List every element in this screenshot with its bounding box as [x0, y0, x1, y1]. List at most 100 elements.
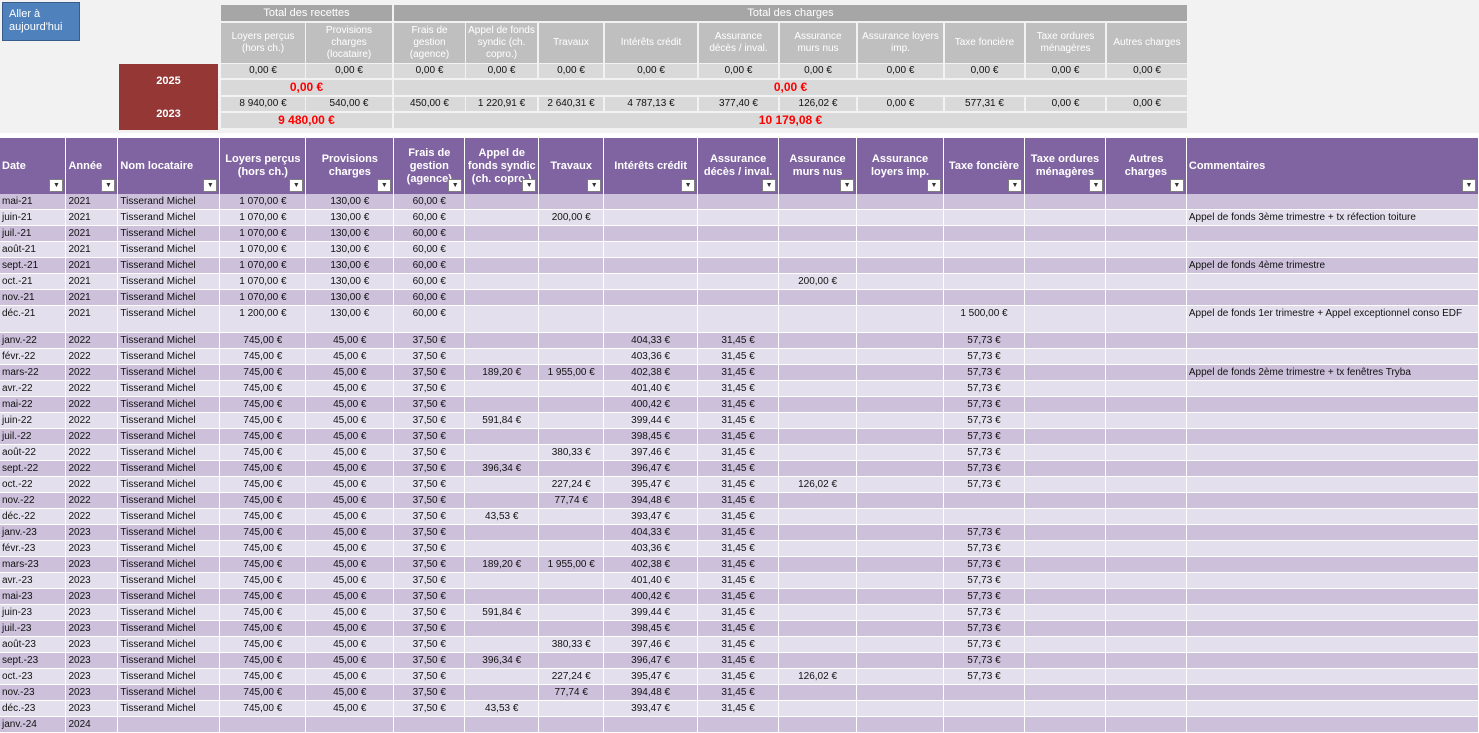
table-cell[interactable] — [943, 209, 1025, 226]
table-cell[interactable] — [856, 604, 944, 621]
table-cell[interactable] — [778, 332, 858, 349]
table-cell[interactable] — [464, 380, 540, 397]
table-cell[interactable]: 37,50 € — [393, 380, 466, 397]
table-cell[interactable] — [1186, 412, 1479, 429]
table-cell[interactable] — [778, 604, 858, 621]
table-cell[interactable]: 2023 — [65, 556, 119, 573]
table-cell[interactable]: 45,00 € — [305, 380, 395, 397]
table-cell[interactable]: 2023 — [65, 636, 119, 653]
filter-dropdown-icon[interactable]: ▼ — [762, 179, 777, 192]
table-cell[interactable] — [856, 348, 944, 365]
table-cell[interactable]: janv.-22 — [0, 332, 67, 349]
year-selector[interactable]: 2023 — [119, 97, 218, 130]
filter-dropdown-icon[interactable]: ▼ — [1088, 179, 1103, 192]
table-cell[interactable]: 43,53 € — [464, 508, 540, 525]
table-cell[interactable]: 395,47 € — [603, 668, 699, 685]
table-cell[interactable]: Tisserand Michel — [117, 540, 221, 557]
table-cell[interactable]: 2022 — [65, 428, 119, 445]
table-cell[interactable] — [464, 684, 540, 701]
goto-today-button[interactable]: Aller à aujourd'hui — [2, 2, 80, 41]
table-cell[interactable] — [1186, 684, 1479, 701]
table-cell[interactable]: 591,84 € — [464, 412, 540, 429]
table-cell[interactable]: 745,00 € — [219, 700, 307, 717]
table-cell[interactable]: 404,33 € — [603, 332, 699, 349]
table-cell[interactable] — [697, 225, 780, 242]
table-cell[interactable]: Tisserand Michel — [117, 636, 221, 653]
table-cell[interactable] — [1186, 508, 1479, 525]
table-cell[interactable]: sept.-21 — [0, 257, 67, 274]
table-cell[interactable]: 57,73 € — [943, 444, 1025, 461]
table-cell[interactable] — [464, 572, 540, 589]
table-cell[interactable] — [464, 444, 540, 461]
table-cell[interactable]: Tisserand Michel — [117, 289, 221, 306]
filter-dropdown-icon[interactable]: ▼ — [587, 179, 602, 192]
table-cell[interactable]: 745,00 € — [219, 652, 307, 669]
table-cell[interactable]: déc.-21 — [0, 305, 67, 333]
table-cell[interactable]: 1 070,00 € — [219, 194, 307, 210]
table-cell[interactable] — [856, 668, 944, 685]
table-cell[interactable]: 57,73 € — [943, 572, 1025, 589]
table-cell[interactable] — [778, 257, 858, 274]
table-cell[interactable]: 394,48 € — [603, 492, 699, 509]
table-cell[interactable]: 31,45 € — [697, 364, 780, 381]
table-cell[interactable]: juin-23 — [0, 604, 67, 621]
table-cell[interactable]: févr.-23 — [0, 540, 67, 557]
table-cell[interactable]: 31,45 € — [697, 668, 780, 685]
table-cell[interactable]: oct.-21 — [0, 273, 67, 290]
table-cell[interactable] — [1105, 524, 1187, 541]
table-cell[interactable]: 45,00 € — [305, 492, 395, 509]
table-cell[interactable]: Tisserand Michel — [117, 305, 221, 333]
table-cell[interactable] — [1105, 257, 1187, 274]
table-cell[interactable] — [1024, 492, 1106, 509]
table-cell[interactable]: mai-22 — [0, 396, 67, 413]
table-cell[interactable] — [1105, 492, 1187, 509]
table-cell[interactable]: 37,50 € — [393, 364, 466, 381]
table-cell[interactable]: nov.-23 — [0, 684, 67, 701]
table-cell[interactable]: 60,00 € — [393, 209, 466, 226]
table-cell[interactable] — [856, 508, 944, 525]
table-cell[interactable]: 45,00 € — [305, 588, 395, 605]
table-cell[interactable]: 45,00 € — [305, 700, 395, 717]
table-cell[interactable] — [1186, 652, 1479, 669]
table-cell[interactable] — [1186, 289, 1479, 306]
table-cell[interactable]: Tisserand Michel — [117, 556, 221, 573]
table-cell[interactable] — [1105, 476, 1187, 493]
table-cell[interactable]: 37,50 € — [393, 492, 466, 509]
table-cell[interactable] — [538, 305, 605, 333]
table-cell[interactable]: 745,00 € — [219, 556, 307, 573]
table-cell[interactable] — [697, 209, 780, 226]
table-cell[interactable]: 45,00 € — [305, 508, 395, 525]
table-cell[interactable]: 31,45 € — [697, 348, 780, 365]
table-cell[interactable] — [856, 588, 944, 605]
table-cell[interactable]: 57,73 € — [943, 460, 1025, 477]
table-cell[interactable]: 1 070,00 € — [219, 209, 307, 226]
table-cell[interactable]: 77,74 € — [538, 684, 605, 701]
table-cell[interactable]: 57,73 € — [943, 396, 1025, 413]
table-cell[interactable]: 37,50 € — [393, 556, 466, 573]
table-cell[interactable]: déc.-22 — [0, 508, 67, 525]
table-cell[interactable]: 130,00 € — [305, 289, 395, 306]
table-cell[interactable] — [1024, 668, 1106, 685]
table-cell[interactable]: 37,50 € — [393, 508, 466, 525]
table-cell[interactable] — [1186, 348, 1479, 365]
table-cell[interactable]: 37,50 € — [393, 668, 466, 685]
table-cell[interactable] — [1186, 225, 1479, 242]
table-cell[interactable]: 57,73 € — [943, 588, 1025, 605]
table-cell[interactable]: 31,45 € — [697, 492, 780, 509]
table-cell[interactable]: 31,45 € — [697, 604, 780, 621]
table-cell[interactable] — [943, 241, 1025, 258]
table-cell[interactable] — [1186, 460, 1479, 477]
table-cell[interactable] — [1105, 348, 1187, 365]
filter-dropdown-icon[interactable]: ▼ — [1007, 179, 1022, 192]
table-cell[interactable] — [856, 364, 944, 381]
table-cell[interactable]: 745,00 € — [219, 492, 307, 509]
table-cell[interactable]: 2023 — [65, 652, 119, 669]
table-cell[interactable]: Tisserand Michel — [117, 396, 221, 413]
table-cell[interactable] — [778, 492, 858, 509]
table-cell[interactable]: 397,46 € — [603, 636, 699, 653]
table-cell[interactable]: 57,73 € — [943, 636, 1025, 653]
table-cell[interactable] — [778, 225, 858, 242]
table-cell[interactable] — [856, 428, 944, 445]
table-cell[interactable]: 130,00 € — [305, 257, 395, 274]
table-cell[interactable]: 745,00 € — [219, 524, 307, 541]
